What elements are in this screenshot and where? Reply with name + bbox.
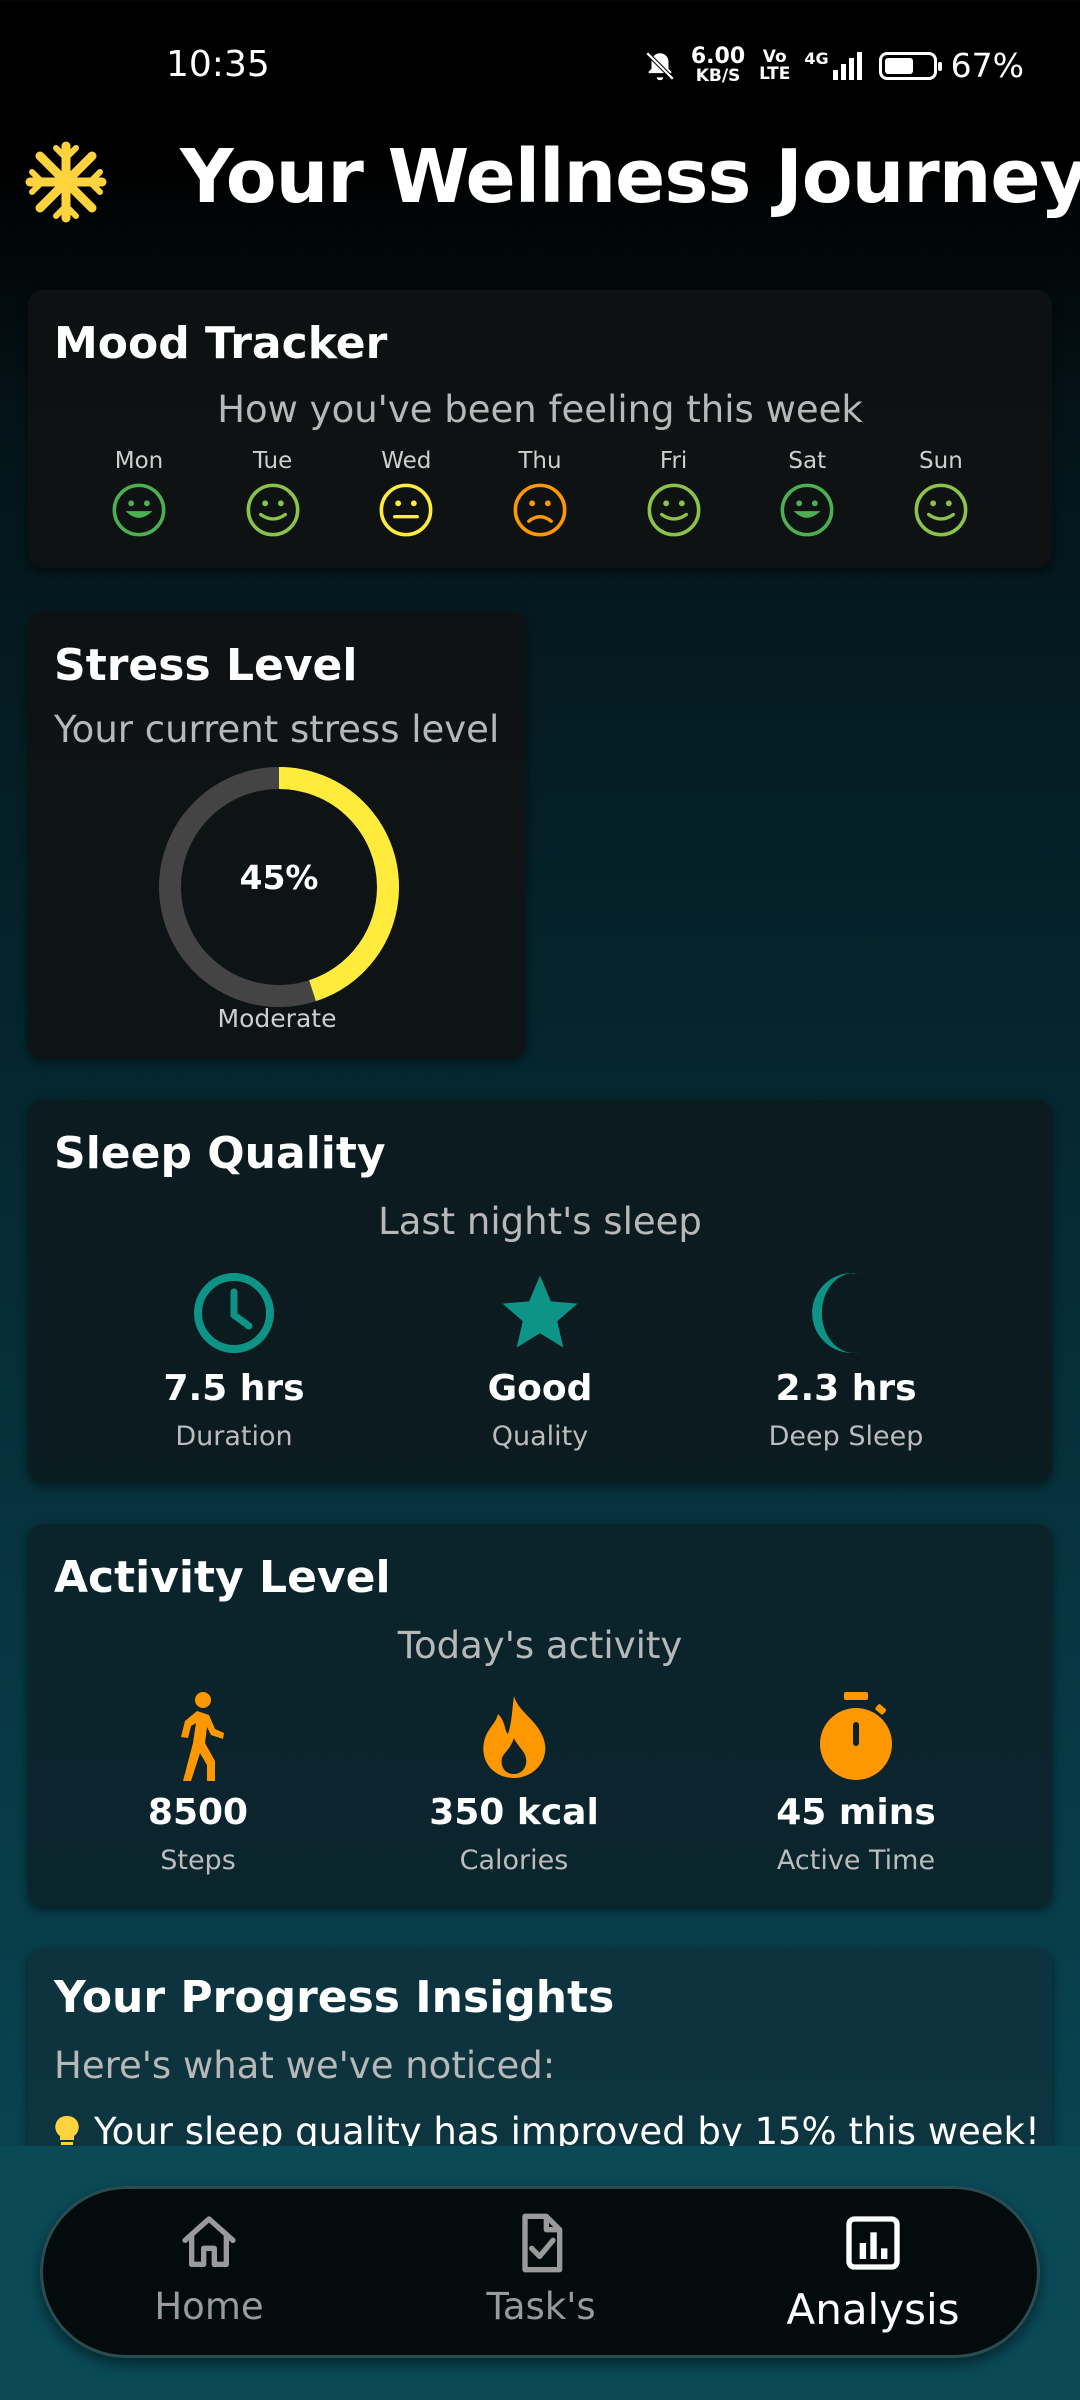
- battery-icon: [878, 51, 942, 80]
- sleep-duration-value: 7.5 hrs: [163, 1368, 305, 1409]
- happy-face-icon: [647, 483, 701, 537]
- home-icon: [182, 2216, 236, 2267]
- mood-day-label: Fri: [659, 448, 688, 474]
- sleep-subtitle: Last night's sleep: [378, 1200, 702, 1243]
- activity-subtitle: Today's activity: [397, 1624, 683, 1667]
- sleep-stat-duration: 7.5 hrs Duration: [84, 1268, 384, 1452]
- signal-icon: [832, 51, 862, 80]
- walking-icon: [153, 1692, 243, 1782]
- nav-tasks-label: Task's: [486, 2285, 596, 2328]
- nav-analysis-label: Analysis: [786, 2285, 960, 2334]
- sleep-title: Sleep Quality: [54, 1128, 386, 1179]
- nav-home-label: Home: [154, 2285, 264, 2328]
- stress-subtitle: Your current stress level: [54, 708, 500, 751]
- sleep-stat-deep: 2.3 hrs Deep Sleep: [696, 1268, 996, 1452]
- mood-day-label: Mon: [114, 448, 164, 474]
- bell-muted-icon: [645, 51, 675, 80]
- header: Your Wellness Journey: [0, 130, 1080, 240]
- happy-face-icon: [914, 483, 968, 537]
- status-icons: 6.00 KB/S Vo LTE 4G 67%: [643, 46, 1024, 85]
- analysis-icon: [846, 2216, 900, 2270]
- mood-day-tue: Tue: [228, 448, 318, 538]
- happy-face-icon: [246, 483, 300, 537]
- nav-analysis[interactable]: Analysis: [723, 2211, 1023, 2334]
- sleep-quality-label: Quality: [491, 1421, 589, 1452]
- neutral-face-icon: [379, 483, 433, 537]
- activity-stat-active-time: 45 mins Active Time: [706, 1692, 1006, 1876]
- star-icon: [495, 1268, 585, 1358]
- calories-label: Calories: [459, 1845, 569, 1876]
- active-time-value: 45 mins: [776, 1792, 936, 1833]
- stress-label: Moderate: [217, 1004, 337, 1033]
- sleep-deep-label: Deep Sleep: [768, 1421, 924, 1452]
- fire-icon: [469, 1692, 559, 1782]
- stopwatch-icon: [811, 1692, 901, 1782]
- nav-tasks[interactable]: Task's: [391, 2211, 691, 2328]
- mood-day-mon: Mon: [94, 448, 184, 538]
- activity-level-card: Activity Level Today's activity 8500 Ste…: [28, 1524, 1052, 1906]
- bottom-nav: Home Task's Analysis: [40, 2186, 1040, 2358]
- volte-bottom: LTE: [759, 63, 791, 84]
- mood-day-sat: Sat: [762, 448, 852, 538]
- steps-label: Steps: [160, 1845, 236, 1876]
- stress-title: Stress Level: [54, 640, 358, 691]
- battery-percent: 67%: [950, 46, 1024, 85]
- nav-home[interactable]: Home: [59, 2211, 359, 2328]
- mood-day-wed: Wed: [361, 448, 451, 538]
- mood-day-label: Thu: [518, 448, 562, 474]
- network-speed: 6.00 KB/S: [691, 46, 745, 85]
- insights-title: Your Progress Insights: [54, 1972, 615, 2023]
- lightbulb-icon: [55, 2115, 79, 2149]
- stress-level-card: Stress Level Your current stress level 4…: [28, 612, 526, 1058]
- sleep-deep-value: 2.3 hrs: [775, 1368, 917, 1409]
- clock-icon: [189, 1268, 279, 1358]
- activity-title: Activity Level: [54, 1552, 391, 1603]
- very-happy-face-icon: [112, 483, 166, 537]
- mood-subtitle: How you've been feeling this week: [217, 388, 863, 431]
- mood-day-label: Wed: [381, 448, 432, 474]
- mood-week-row: Mon Tue Wed Thu Fri Sat Sun: [94, 448, 986, 538]
- status-time: 10:35: [166, 44, 270, 85]
- very-happy-face-icon: [780, 483, 834, 537]
- mood-day-label: Tue: [253, 448, 293, 474]
- sad-face-icon: [513, 483, 567, 537]
- mood-day-thu: Thu: [495, 448, 585, 538]
- mood-title: Mood Tracker: [54, 318, 388, 369]
- stress-gauge: 45%: [152, 760, 406, 1014]
- snowflake-icon: [25, 141, 107, 223]
- sleep-quality-value: Good: [487, 1368, 593, 1409]
- moon-icon: [801, 1268, 891, 1358]
- activity-stat-calories: 350 kcal Calories: [364, 1692, 664, 1876]
- network-type: 4G: [804, 48, 829, 68]
- mood-day-label: Sun: [919, 448, 963, 474]
- status-bar: 10:35 6.00 KB/S Vo LTE 4G 67%: [0, 0, 1080, 140]
- sleep-duration-label: Duration: [175, 1421, 293, 1452]
- activity-stat-steps: 8500 Steps: [48, 1692, 348, 1876]
- insights-subtitle: Here's what we've noticed:: [54, 2044, 556, 2087]
- stress-value: 45%: [239, 858, 319, 897]
- task-icon: [522, 2213, 563, 2273]
- steps-value: 8500: [147, 1792, 249, 1833]
- battery-fill: [884, 57, 914, 74]
- signal-indicator: 4G: [804, 50, 864, 82]
- mood-day-fri: Fri: [629, 448, 719, 538]
- active-time-label: Active Time: [776, 1845, 936, 1876]
- sleep-quality-card: Sleep Quality Last night's sleep 7.5 hrs…: [28, 1100, 1052, 1482]
- network-speed-unit: KB/S: [695, 66, 741, 86]
- volte-top: Vo: [762, 46, 787, 67]
- page-title: Your Wellness Journey: [180, 134, 1080, 220]
- mood-day-sun: Sun: [896, 448, 986, 538]
- mood-day-label: Sat: [788, 448, 827, 474]
- mood-tracker-card: Mood Tracker How you've been feeling thi…: [28, 290, 1052, 568]
- sleep-stat-quality: Good Quality: [390, 1268, 690, 1452]
- calories-value: 350 kcal: [429, 1792, 599, 1833]
- network-speed-value: 6.00: [690, 44, 746, 69]
- volte-indicator: Vo LTE: [759, 46, 791, 84]
